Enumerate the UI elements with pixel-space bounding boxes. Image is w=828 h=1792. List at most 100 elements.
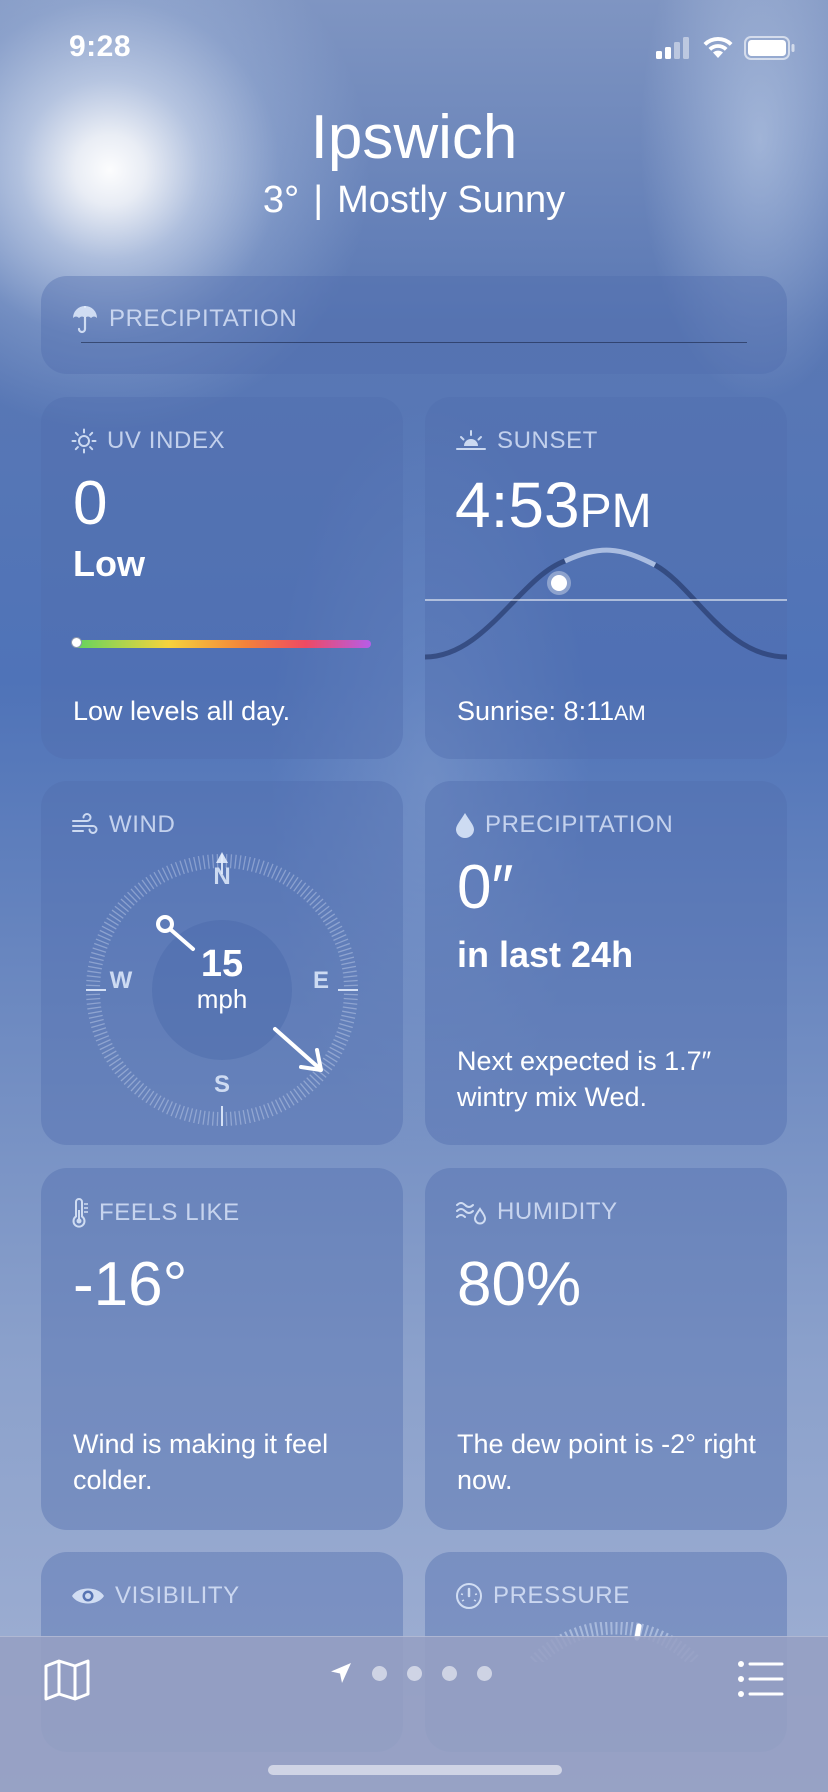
compass-tick xyxy=(86,975,101,978)
compass-tick xyxy=(267,1102,274,1117)
sunset-tile[interactable]: SUNSET 4:53PM Sunrise: 8:11AM xyxy=(425,397,787,759)
location-header: Ipswich 3° | Mostly Sunny xyxy=(0,100,828,226)
cellular-signal-icon xyxy=(656,37,689,59)
precipitation-tile[interactable]: PRECIPITATION 0″ in last 24h Next expect… xyxy=(425,781,787,1145)
eye-icon xyxy=(72,1588,104,1604)
compass-tick xyxy=(87,965,102,970)
compass-tick xyxy=(183,1107,189,1121)
map-icon[interactable] xyxy=(44,1659,90,1701)
sunset-time: 4:53PM xyxy=(455,469,652,548)
compass-tick xyxy=(334,938,349,945)
wind-speed-value: 15 xyxy=(200,943,244,985)
compass-tick xyxy=(238,1110,242,1125)
status-bar: 9:28 xyxy=(0,0,828,96)
humidity-icon xyxy=(456,1202,487,1225)
humidity-value: 80% xyxy=(457,1250,582,1319)
compass-tick xyxy=(197,855,202,870)
compass-tick xyxy=(333,1039,347,1046)
sun-icon xyxy=(71,428,97,454)
sunset-time-value: 4:53 xyxy=(455,469,580,541)
precipitation-map-tile[interactable]: PRECIPITATION xyxy=(41,276,787,374)
thermometer-icon xyxy=(72,1198,88,1228)
precipitation-header: PRECIPITATION xyxy=(455,811,673,839)
compass-tick xyxy=(86,979,101,983)
sunset-icon xyxy=(456,430,486,450)
compass-tick xyxy=(250,1108,256,1123)
compass-tick xyxy=(343,997,358,1001)
compass-tick xyxy=(197,1110,202,1125)
compass-tick xyxy=(89,956,104,962)
list-icon[interactable] xyxy=(738,1661,784,1697)
compass-tick xyxy=(267,863,274,878)
compass-tick xyxy=(207,1111,210,1126)
compass-tick xyxy=(91,951,105,957)
feels-like-tile[interactable]: FEELS LIKE -16° Wind is making it feel c… xyxy=(41,1168,403,1530)
pressure-header: PRESSURE xyxy=(455,1582,630,1610)
compass-tick xyxy=(250,857,256,872)
wind-icon xyxy=(72,813,98,834)
conditions-separator: | xyxy=(313,179,324,221)
sun-path-chart xyxy=(425,547,787,660)
compass-tick xyxy=(174,861,181,876)
humidity-tile[interactable]: HUMIDITY 80% The dew point is -2° right … xyxy=(425,1168,787,1530)
compass-tick xyxy=(193,1109,198,1124)
humidity-description: The dew point is -2° right now. xyxy=(457,1429,756,1495)
wind-direction-arrow xyxy=(273,1027,321,1070)
page-dot[interactable] xyxy=(372,1665,387,1681)
visibility-title: VISIBILITY xyxy=(115,1582,240,1609)
feels-like-description: Wind is making it feel colder. xyxy=(73,1429,329,1495)
compass-east-label: E xyxy=(312,967,329,994)
compass-tick xyxy=(343,1002,358,1005)
uv-index-level: Low xyxy=(73,543,145,584)
raindrop-icon xyxy=(456,813,474,838)
compass-tick xyxy=(86,997,101,1001)
compass-tick xyxy=(238,855,242,870)
home-indicator xyxy=(268,1765,562,1775)
compass-tick xyxy=(88,961,103,966)
compass-tick xyxy=(259,1105,265,1120)
feels-like-title: FEELS LIKE xyxy=(99,1199,240,1226)
page-dot[interactable] xyxy=(442,1665,457,1681)
compass-tick xyxy=(87,970,102,974)
precipitation-description: Next expected is 1.7″ wintry mix Wed. xyxy=(457,1046,712,1112)
compass-tick xyxy=(188,857,194,872)
sunset-time-ampm: PM xyxy=(579,485,652,538)
page-dot[interactable] xyxy=(477,1665,492,1681)
compass-tick xyxy=(337,1027,352,1033)
wind-speed-unit: mph xyxy=(196,984,248,1014)
battery-icon xyxy=(744,36,795,60)
compass-tick xyxy=(336,1031,351,1038)
compass-tick xyxy=(341,1014,356,1019)
compass-tick xyxy=(339,951,353,957)
compass-tick xyxy=(97,1039,111,1046)
city-name: Ipswich xyxy=(310,103,518,172)
compass-tick xyxy=(93,1031,108,1038)
pressure-title: PRESSURE xyxy=(493,1582,630,1609)
compass-tick xyxy=(93,942,108,949)
uv-index-tile[interactable]: UV INDEX 0 Low Low levels all day. xyxy=(41,397,403,759)
wind-direction-origin xyxy=(156,915,174,933)
gauge-icon xyxy=(456,1583,482,1609)
compass-tick xyxy=(333,934,347,941)
page-dot[interactable] xyxy=(407,1665,422,1681)
precipitation-period: in last 24h xyxy=(457,934,634,975)
compass-tick xyxy=(255,1107,261,1121)
sun-path-night-curve-end xyxy=(653,562,787,660)
umbrella-icon xyxy=(73,306,97,334)
current-conditions: 3° | Mostly Sunny xyxy=(0,174,828,226)
uv-index-title: UV INDEX xyxy=(107,427,226,454)
uv-index-header: UV INDEX xyxy=(71,427,225,455)
compass-tick xyxy=(87,1010,102,1015)
precipitation-title: PRECIPITATION xyxy=(485,811,674,838)
wifi-icon xyxy=(703,36,733,58)
compass-tick xyxy=(86,1002,101,1005)
wind-tile[interactable]: WIND N S W E 15 mph xyxy=(41,781,403,1145)
compass-tick xyxy=(170,863,177,878)
compass-tick xyxy=(255,859,261,873)
compass-tick xyxy=(263,861,270,876)
page-indicator[interactable] xyxy=(330,1661,492,1685)
compass-tick xyxy=(179,1105,185,1120)
precipitation-map-header: PRECIPITATION xyxy=(71,304,297,334)
precipitation-value: 0″ xyxy=(457,853,514,922)
uv-index-value: 0 xyxy=(73,469,108,538)
